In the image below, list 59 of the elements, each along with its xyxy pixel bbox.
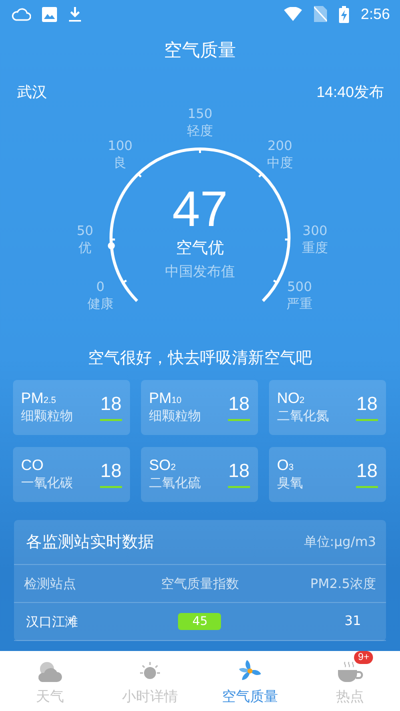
pm25-value: 31 (343, 614, 362, 629)
pollutant-value: 18 (228, 394, 250, 416)
nav-tab[interactable]: 9+ 热点 (300, 651, 400, 711)
column-header: PM2.5浓度 (309, 576, 376, 592)
page-title: 空气质量 (163, 39, 237, 63)
pollutant-value: 18 (228, 461, 250, 483)
battery-charging-icon (338, 6, 349, 22)
gauge-marker (108, 242, 115, 250)
pollutant-card[interactable]: CO 一氧化碳 18 (13, 447, 130, 502)
nav-tab[interactable]: 小时详情 (100, 651, 200, 711)
scale-label: 中度 (266, 155, 293, 172)
scale-label: 重度 (302, 240, 328, 257)
pollutant-value: 18 (100, 461, 122, 483)
fan-icon (238, 659, 262, 683)
scale-label: 良 (114, 155, 127, 172)
scale-value: 150 (188, 106, 212, 123)
nav-tab[interactable]: 天气 (0, 651, 100, 711)
city-name[interactable]: 武汉 (17, 83, 47, 102)
column-header: 检测站点 (24, 576, 77, 592)
aqi-value: 47 (172, 182, 228, 236)
clock-time: 2:56 (360, 6, 390, 22)
column-header: 空气质量指数 (160, 576, 240, 592)
cloud-icon (37, 661, 63, 683)
aqi-pill: 45 (178, 613, 222, 630)
aqi-grade: 空气优 (176, 238, 224, 259)
pollutant-value: 18 (356, 461, 378, 483)
pollutant-name: CO (21, 457, 44, 474)
wifi-icon (284, 7, 302, 21)
scale-label: 健康 (87, 296, 114, 312)
pollutant-description: 细颗粒物 (149, 408, 201, 425)
scale-value: 50 (76, 223, 94, 240)
pollutant-description: 二氧化氮 (277, 408, 329, 425)
pollutant-value: 18 (356, 394, 378, 416)
pollutant-description: 二氧化硫 (149, 475, 201, 492)
pollutant-description: 细颗粒物 (21, 408, 73, 425)
pollutant-value: 18 (100, 394, 122, 416)
cloud-icon (11, 7, 31, 21)
scale-label: 优 (78, 240, 92, 257)
no-sim-icon (314, 6, 327, 22)
scale-value: 0 (96, 278, 105, 296)
advice-text: 空气很好，快去呼吸清新空气吧 (87, 348, 313, 369)
image-icon (42, 6, 57, 22)
scale-value: 300 (302, 223, 328, 240)
nav-tab[interactable]: 空气质量 (200, 651, 300, 711)
station-name: 汉口江滩 (25, 614, 79, 630)
pollutant-description: 臭氧 (277, 475, 303, 492)
publish-time: 14:40发布 (316, 83, 384, 102)
scale-value: 200 (267, 138, 292, 156)
scale-value: 100 (108, 138, 133, 156)
scale-label: 严重 (286, 296, 313, 312)
cup-icon (337, 661, 363, 683)
scale-label: 轻度 (187, 123, 213, 140)
notification-badge: 9+ (354, 651, 374, 664)
panel-title: 各监测站实时数据 (26, 532, 154, 552)
pollutant-description: 一氧化碳 (21, 475, 73, 492)
unit-label: 单位:μg/m3 (304, 534, 376, 551)
download-icon (68, 6, 82, 22)
scale-value: 500 (287, 278, 312, 296)
aqi-source: 中国发布值 (165, 263, 235, 281)
